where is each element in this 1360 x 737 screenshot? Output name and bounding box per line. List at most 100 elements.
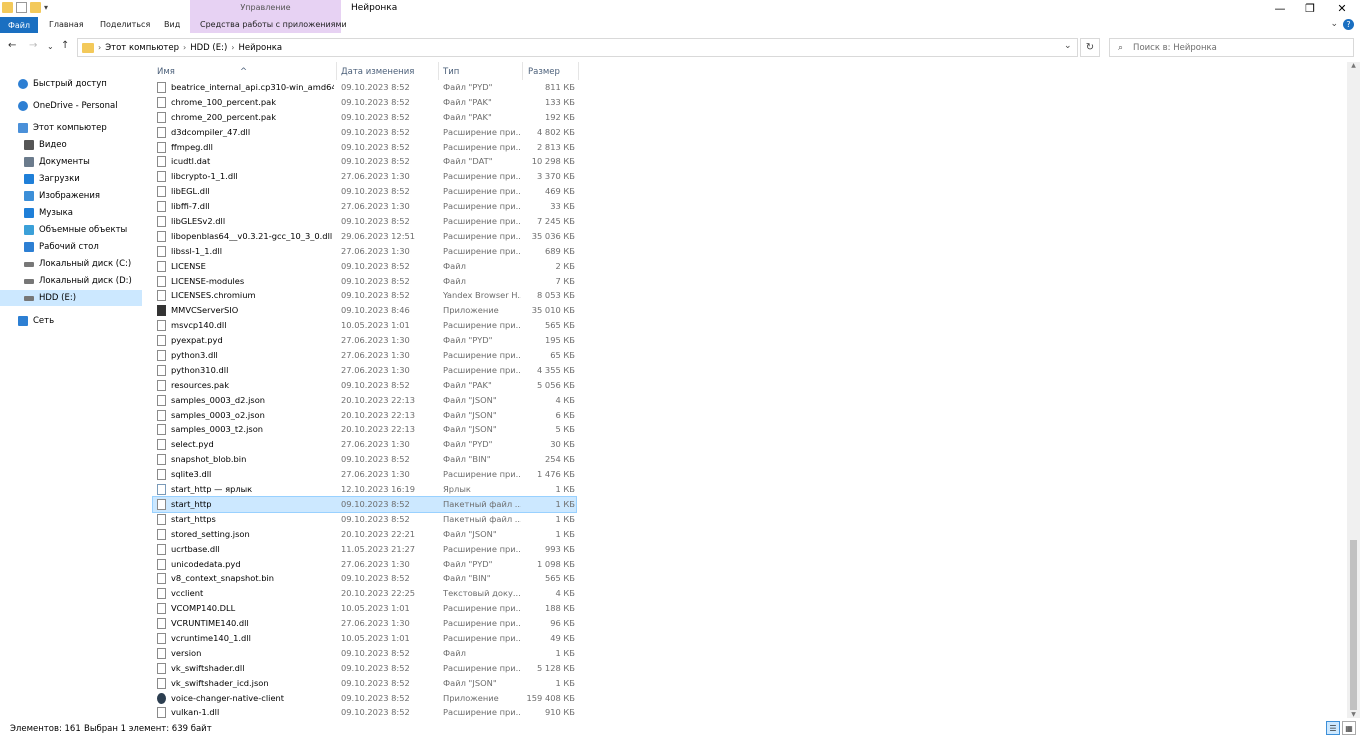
table-row[interactable]: version 09.10.2023 8:52 Файл 1 КБ xyxy=(153,646,576,661)
table-row[interactable]: python310.dll 27.06.2023 1:30 Расширение п… xyxy=(153,363,576,378)
table-row[interactable]: msvcp140.dll 10.05.2023 1:01 Расширение пр… xyxy=(153,318,576,333)
customize-toolbar-icon[interactable]: ▾ xyxy=(44,3,48,12)
nav-network[interactable]: Сеть xyxy=(0,313,142,329)
table-row[interactable]: VCRUNTIME140.dll 27.06.2023 1:30 Расширени… xyxy=(153,616,576,631)
table-row[interactable]: libEGL.dll 09.10.2023 8:52 Расширение при.… xyxy=(153,184,576,199)
table-row[interactable]: pyexpat.pyd 27.06.2023 1:30 Файл "PYD" 195 … xyxy=(153,333,576,348)
nav-pictures[interactable]: Изображения xyxy=(0,188,142,204)
new-folder-icon[interactable] xyxy=(30,2,41,13)
tiles-view-icon[interactable]: ▦ xyxy=(1342,721,1356,735)
address-bar[interactable]: › Этот компьютер › HDD (E:) › Нейронка xyxy=(77,38,1078,57)
table-row[interactable]: sqlite3.dll 27.06.2023 1:30 Расширение при… xyxy=(153,467,576,482)
recent-locations-button[interactable]: ⌄ xyxy=(47,42,54,51)
table-row[interactable]: vcclient 20.10.2023 22:25 Текстовый доку..… xyxy=(153,586,576,601)
nav-quick-access[interactable]: Быстрый доступ xyxy=(0,76,142,92)
table-row[interactable]: v8_context_snapshot.bin 09.10.2023 8:52 Фа… xyxy=(153,571,576,586)
table-row[interactable]: ffmpeg.dll 09.10.2023 8:52 Расширение при.… xyxy=(153,140,576,155)
breadcrumb-hdd-e[interactable]: HDD (E:) xyxy=(190,43,227,53)
expand-ribbon-icon[interactable]: ⌄ xyxy=(1330,19,1338,29)
table-row[interactable]: snapshot_blob.bin 09.10.2023 8:52 Файл "BI… xyxy=(153,452,576,467)
nav-downloads[interactable]: Загрузки xyxy=(0,171,142,187)
file-size: 5 128 КБ xyxy=(537,662,575,673)
back-button[interactable]: ← xyxy=(8,40,16,51)
table-row[interactable]: voice-changer-native-client 09.10.2023 8:… xyxy=(153,691,576,706)
search-input[interactable]: ⌕ Поиск в: Нейронка xyxy=(1109,38,1354,57)
nav-music[interactable]: Музыка xyxy=(0,205,142,221)
up-button[interactable]: ↑ xyxy=(61,40,69,51)
file-icon xyxy=(157,469,166,481)
column-name[interactable]: Имя xyxy=(157,67,175,77)
minimize-button[interactable]: — xyxy=(1264,0,1296,16)
scroll-up-icon[interactable]: ▲ xyxy=(1347,62,1360,69)
table-row[interactable]: MMVCServerSIO 09.10.2023 8:46 Приложение 35… xyxy=(153,303,576,318)
nav-documents[interactable]: Документы xyxy=(0,154,142,170)
table-row[interactable]: libffi-7.dll 27.06.2023 1:30 Расширение пр… xyxy=(153,199,576,214)
nav-hdd-e[interactable]: HDD (E:) xyxy=(0,290,142,306)
table-row[interactable]: beatrice_internal_api.cp310-win_amd64.py… xyxy=(153,80,576,95)
tab-file[interactable]: Файл xyxy=(0,17,38,33)
table-row[interactable]: vk_swiftshader_icd.json 09.10.2023 8:52 Фа… xyxy=(153,676,576,691)
column-divider[interactable] xyxy=(522,62,523,80)
table-row[interactable]: libGLESv2.dll 09.10.2023 8:52 Расширение п… xyxy=(153,214,576,229)
table-row[interactable]: start_http — ярлык 12.10.2023 16:19 Ярлык 1… xyxy=(153,482,576,497)
table-row[interactable]: d3dcompiler_47.dll 09.10.2023 8:52 Расшире… xyxy=(153,125,576,140)
maximize-button[interactable]: ❐ xyxy=(1294,0,1326,16)
nav-label: Локальный диск (D:) xyxy=(39,276,132,286)
table-row[interactable]: samples_0003_t2.json 20.10.2023 22:13 Файл… xyxy=(153,422,576,437)
nav-3d-objects[interactable]: Объемные объекты xyxy=(0,222,142,238)
column-divider[interactable] xyxy=(336,62,337,80)
breadcrumb-current-folder[interactable]: Нейронка xyxy=(238,43,282,53)
breadcrumb-separator[interactable]: › xyxy=(98,43,101,52)
table-row[interactable]: libopenblas64__v0.3.21-gcc_10_3_0.dll 29.… xyxy=(153,229,576,244)
forward-button[interactable]: → xyxy=(29,40,37,51)
column-divider[interactable] xyxy=(578,62,579,80)
table-row[interactable]: libcrypto-1_1.dll 27.06.2023 1:30 Расширен… xyxy=(153,169,576,184)
table-row[interactable]: start_http 09.10.2023 8:52 Пакетный файл .… xyxy=(152,495,577,513)
scroll-thumb[interactable] xyxy=(1350,540,1357,710)
nav-disk-d[interactable]: Локальный диск (D:) xyxy=(0,273,142,289)
breadcrumb-separator[interactable]: › xyxy=(183,43,186,52)
breadcrumb-this-pc[interactable]: Этот компьютер xyxy=(105,43,179,53)
properties-icon[interactable] xyxy=(16,2,27,13)
breadcrumb-separator[interactable]: › xyxy=(231,43,234,52)
table-row[interactable]: vk_swiftshader.dll 09.10.2023 8:52 Расшире… xyxy=(153,661,576,676)
nav-onedrive[interactable]: OneDrive - Personal xyxy=(0,98,142,114)
table-row[interactable]: select.pyd 27.06.2023 1:30 Файл "PYD" 30 КБ xyxy=(153,437,576,452)
table-row[interactable]: icudtl.dat 09.10.2023 8:52 Файл "DAT" 10 29… xyxy=(153,154,576,169)
address-dropdown-icon[interactable]: ⌄ xyxy=(1064,41,1072,51)
column-divider[interactable] xyxy=(438,62,439,80)
nav-disk-c[interactable]: Локальный диск (C:) xyxy=(0,256,142,272)
scroll-down-icon[interactable]: ▼ xyxy=(1347,711,1360,718)
vertical-scrollbar[interactable]: ▲ ▼ xyxy=(1347,62,1360,718)
table-row[interactable]: LICENSES.chromium 09.10.2023 8:52 Yandex B… xyxy=(153,288,576,303)
table-row[interactable]: ucrtbase.dll 11.05.2023 21:27 Расширение п… xyxy=(153,542,576,557)
refresh-button[interactable]: ↻ xyxy=(1080,38,1100,57)
table-row[interactable]: stored_setting.json 20.10.2023 22:21 Файл … xyxy=(153,527,576,542)
table-row[interactable]: LICENSE-modules 09.10.2023 8:52 Файл 7 КБ xyxy=(153,274,576,289)
table-row[interactable]: vcruntime140_1.dll 10.05.2023 1:01 Расшире… xyxy=(153,631,576,646)
nav-desktop[interactable]: Рабочий стол xyxy=(0,239,142,255)
table-row[interactable]: chrome_100_percent.pak 09.10.2023 8:52 Фай… xyxy=(153,95,576,110)
tab-view[interactable]: Вид xyxy=(164,20,180,29)
table-row[interactable]: LICENSE 09.10.2023 8:52 Файл 2 КБ xyxy=(153,259,576,274)
column-type[interactable]: Тип xyxy=(443,67,459,77)
tab-share[interactable]: Поделиться xyxy=(100,20,150,29)
table-row[interactable]: samples_0003_d2.json 20.10.2023 22:13 Файл… xyxy=(153,393,576,408)
table-row[interactable]: libssl-1_1.dll 27.06.2023 1:30 Расширение … xyxy=(153,244,576,259)
table-row[interactable]: VCOMP140.DLL 10.05.2023 1:01 Расширение пр… xyxy=(153,601,576,616)
table-row[interactable]: unicodedata.pyd 27.06.2023 1:30 Файл "PYD"… xyxy=(153,557,576,572)
table-row[interactable]: samples_0003_o2.json 20.10.2023 22:13 Файл… xyxy=(153,408,576,423)
nav-this-pc[interactable]: Этот компьютер xyxy=(0,120,142,136)
close-button[interactable]: ✕ xyxy=(1326,0,1358,16)
details-view-icon[interactable]: ☰ xyxy=(1326,721,1340,735)
tab-app-tools[interactable]: Средства работы с приложениями xyxy=(200,20,347,29)
help-icon[interactable]: ? xyxy=(1343,19,1354,30)
column-size[interactable]: Размер xyxy=(528,67,560,77)
table-row[interactable]: resources.pak 09.10.2023 8:52 Файл "PAK" 5 … xyxy=(153,378,576,393)
column-date[interactable]: Дата изменения xyxy=(341,67,414,77)
table-row[interactable]: chrome_200_percent.pak 09.10.2023 8:52 Фай… xyxy=(153,110,576,125)
table-row[interactable]: python3.dll 27.06.2023 1:30 Расширение при… xyxy=(153,348,576,363)
nav-videos[interactable]: Видео xyxy=(0,137,142,153)
tab-home[interactable]: Главная xyxy=(49,20,84,29)
table-row[interactable]: start_https 09.10.2023 8:52 Пакетный файл … xyxy=(153,512,576,527)
